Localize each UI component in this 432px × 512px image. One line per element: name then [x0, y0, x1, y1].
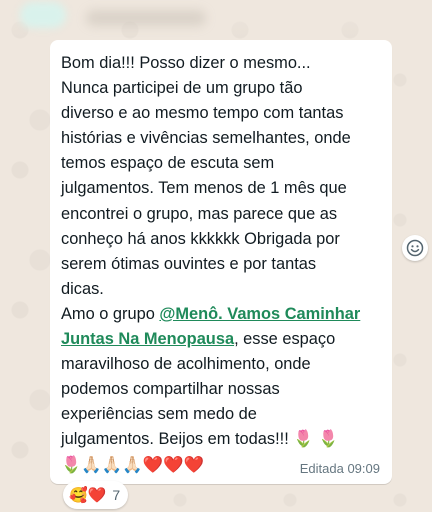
tulip-emojis: 🌷 🌷 — [293, 430, 339, 449]
message-time: 09:09 — [347, 461, 380, 476]
message-line: temos espaço de escuta sem — [61, 154, 275, 173]
edited-label: Editada — [299, 461, 344, 476]
blurred-header-area — [0, 0, 432, 44]
message-line: Nunca participei de um grupo tão — [61, 79, 303, 98]
reaction-emojis: 🥰❤️ — [69, 487, 107, 504]
message-line: histórias e vivências semelhantes, onde — [61, 129, 351, 148]
emoji-line: 🌷🙏🏻🙏🏻🙏🏻❤️❤️❤️ — [61, 455, 204, 474]
blurred-sender-name — [86, 10, 206, 26]
group-mention-link[interactable]: @Menô. Vamos Caminhar — [159, 305, 360, 323]
message-line: Amo o grupo — [61, 304, 160, 323]
message-line: encontrei o grupo, mas parece que as — [61, 204, 338, 223]
message-meta: Editada 09:09 — [300, 461, 380, 476]
message-line: maravilhoso de acolhimento, onde — [61, 355, 311, 374]
reactions-pill[interactable]: 🥰❤️ 7 — [63, 481, 129, 509]
group-mention-link[interactable]: Juntas Na Menopausa — [61, 330, 234, 348]
reaction-count: 7 — [112, 487, 121, 503]
message-line: serem ótimas ouvintes e por tantas — [61, 254, 317, 273]
message-line: podemos compartilhar nossas — [61, 380, 280, 399]
message-line: , esse espaço — [234, 330, 336, 349]
react-button[interactable] — [402, 235, 428, 261]
message-line: experiências sem medo de — [61, 405, 257, 424]
message-text: Bom dia!!! Posso dizer o mesmo... Nunca … — [61, 51, 389, 478]
message-line: Bom dia!!! Posso dizer o mesmo... — [61, 54, 311, 72]
blurred-previous-message — [20, 2, 66, 28]
message-bubble[interactable]: Bom dia!!! Posso dizer o mesmo... Nunca … — [50, 40, 392, 484]
message-line: julgamentos. Beijos em todas!!! — [61, 430, 289, 449]
smile-icon — [406, 239, 424, 257]
message-line: julgamentos. Tem menos de 1 mês que — [61, 179, 347, 198]
message-line: dicas. — [61, 279, 104, 298]
message-line: conheço há anos kkkkkk Obrigada por — [61, 229, 340, 248]
message-line: diverso e ao mesmo tempo com tantas — [61, 104, 344, 123]
